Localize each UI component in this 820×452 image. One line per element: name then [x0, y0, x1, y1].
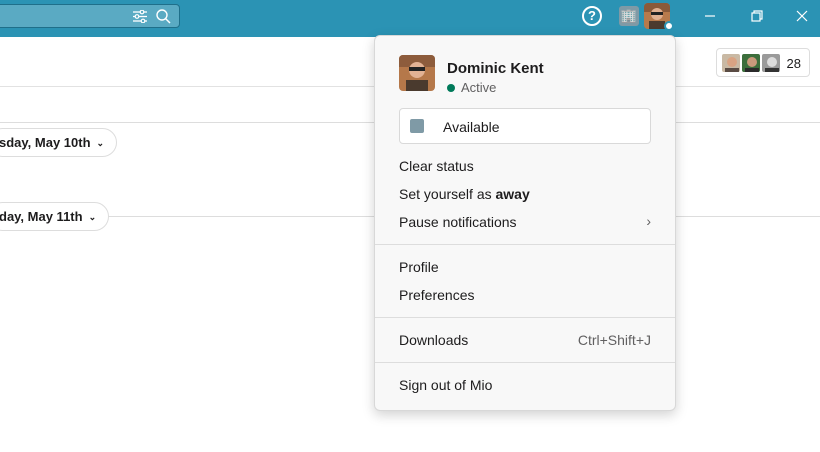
pause-notifications-item[interactable]: Pause notifications ›	[399, 213, 651, 230]
preferences-item[interactable]: Preferences	[399, 287, 474, 303]
menu-divider	[375, 362, 675, 363]
search-input[interactable]	[0, 4, 180, 28]
sign-out-item[interactable]: Sign out of Mio	[399, 377, 492, 393]
pause-notifications-label: Pause notifications	[399, 214, 517, 230]
menu-divider	[375, 317, 675, 318]
user-name: Dominic Kent	[447, 60, 544, 77]
downloads-shortcut: Ctrl+Shift+J	[577, 332, 651, 348]
close-icon[interactable]	[792, 6, 812, 26]
set-away-label: Set yourself as	[399, 186, 496, 202]
date-label: day, May 11th	[0, 209, 83, 224]
member-avatar	[721, 53, 741, 73]
date-jump-button[interactable]: sday, May 10th ⌄	[0, 128, 118, 157]
clear-status-item[interactable]: Clear status	[399, 158, 474, 174]
away-label: away	[495, 186, 530, 202]
chevron-down-icon: ⌄	[88, 212, 97, 222]
maximize-icon[interactable]	[746, 6, 766, 26]
profile-item[interactable]: Profile	[399, 259, 439, 275]
top-bar: ? 🏢	[0, 0, 820, 37]
presence-indicator	[664, 21, 674, 31]
chevron-right-icon: ›	[646, 213, 651, 229]
user-menu: Dominic Kent Active Available Clear stat…	[374, 35, 676, 411]
downloads-item[interactable]: Downloads Ctrl+Shift+J	[399, 332, 651, 348]
status-emoji-button[interactable]: 🏢	[619, 6, 639, 26]
downloads-label: Downloads	[399, 332, 469, 348]
status-field[interactable]: Available	[399, 108, 651, 144]
minimize-icon[interactable]	[700, 6, 720, 26]
chevron-down-icon: ⌄	[96, 138, 105, 148]
date-label: sday, May 10th	[0, 135, 91, 150]
date-jump-button[interactable]: day, May 11th ⌄	[0, 202, 110, 231]
channel-members-button[interactable]: 28	[716, 48, 810, 77]
filter-icon[interactable]	[133, 10, 147, 23]
active-dot-icon	[447, 84, 455, 92]
member-count: 28	[786, 56, 801, 71]
office-building-icon	[410, 119, 424, 133]
member-avatar	[761, 53, 781, 73]
presence-status: Active	[447, 80, 496, 95]
presence-label: Active	[461, 80, 497, 95]
help-button[interactable]: ?	[582, 6, 602, 26]
avatar	[399, 55, 435, 91]
status-text: Available	[443, 119, 500, 135]
search-icon[interactable]	[156, 9, 171, 24]
member-avatar	[741, 53, 761, 73]
set-away-item[interactable]: Set yourself as away	[399, 186, 530, 202]
menu-divider	[375, 244, 675, 245]
